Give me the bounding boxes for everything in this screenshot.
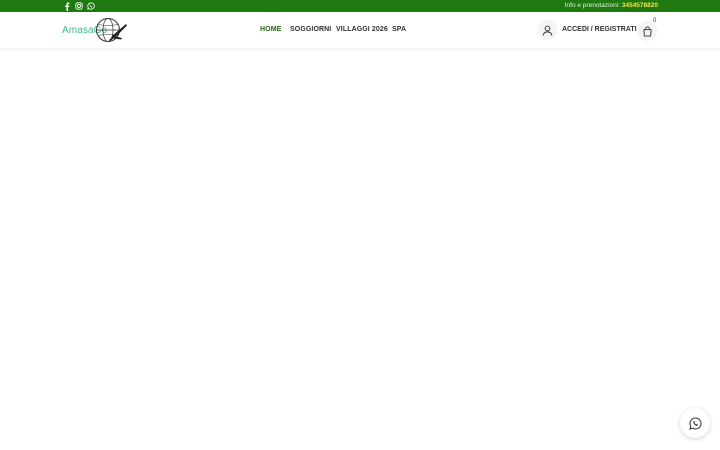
facebook-icon[interactable]: [64, 1, 70, 11]
globe-plane-logo-icon: [96, 18, 127, 42]
booking-phone-link[interactable]: 3454578820: [622, 2, 658, 9]
account-label: ACCEDI / REGISTRATI: [562, 26, 637, 33]
nav-item-home[interactable]: HOME: [260, 26, 281, 33]
nav-item-villaggi[interactable]: VILLAGGI 2026: [336, 26, 388, 33]
nav-item-spa[interactable]: SPA: [392, 26, 406, 33]
whatsapp-chat-button[interactable]: [680, 408, 710, 438]
top-bar: Info e prenotazioni: 3454578820: [0, 0, 720, 12]
booking-info-label: Info e prenotazioni:: [564, 2, 621, 9]
booking-info: Info e prenotazioni: 3454578820: [565, 0, 658, 12]
whatsapp-icon[interactable]: [87, 1, 95, 11]
user-icon: [537, 20, 557, 40]
shopping-bag-icon: [637, 21, 657, 41]
cart-count-badge: 0: [653, 18, 657, 24]
site-header: AmasaGo HOME SOGGIORNI VILLAGGI 2026 SPA…: [0, 12, 720, 48]
cart-button[interactable]: 0: [637, 18, 659, 42]
site-logo[interactable]: AmasaGo: [62, 15, 128, 45]
instagram-icon[interactable]: [75, 1, 83, 11]
nav-item-soggiorni[interactable]: SOGGIORNI: [290, 26, 331, 33]
whatsapp-icon: [688, 417, 702, 430]
